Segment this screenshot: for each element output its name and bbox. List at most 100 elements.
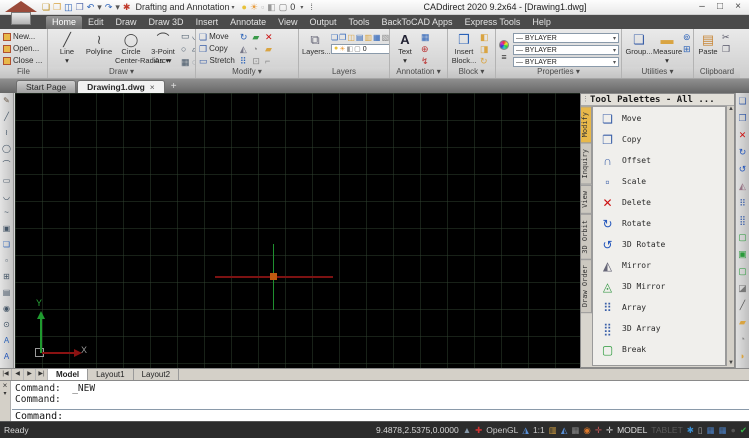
layer-match-icon[interactable]: ▥ [364,33,372,42]
record-icon[interactable]: ◉ [583,425,590,436]
modify-extra-icon[interactable]: ▰ [252,32,259,42]
revcloud-icon[interactable]: ◡ [3,189,10,205]
palette-tab[interactable]: Modify [581,106,592,143]
palette-item-3d-mirror[interactable]: ◬ 3D Mirror [593,276,725,297]
panel-label-layers[interactable]: Layers [299,67,389,78]
layout-tab[interactable]: Layout1 [88,369,133,380]
grid-icon[interactable]: ✚ [475,425,482,436]
layer-on-icon[interactable]: ❏ [331,33,338,42]
model-label[interactable]: MODEL [617,425,647,436]
next-tab-button[interactable]: ▶ [24,369,36,380]
workspace-icon[interactable]: ▥ [549,425,557,436]
layer-isolate-icon[interactable]: ▤ [356,33,364,42]
ucs-plus-icon[interactable]: ✛ [606,425,613,436]
table-icon[interactable]: ⊞ [3,269,10,285]
palette-item-scale[interactable]: ▫ Scale [593,171,725,192]
layer-walk-icon[interactable]: ▦ [373,33,381,42]
offset-icon[interactable]: ◗ [740,348,745,365]
ok-check-icon[interactable]: ✔ [740,425,747,436]
text-button[interactable]: A Text ▾ [393,31,417,67]
circle-icon[interactable]: ◯ [2,141,11,157]
clean-screen-icon[interactable]: ▦ [719,425,727,436]
tab-start-page[interactable]: Start Page [16,80,76,93]
sun-icon[interactable]: ☀ [250,0,258,15]
panel-label-utilities[interactable]: Utilities ▾ [622,67,693,78]
line-button[interactable]: ╱ Line ▾ [51,31,83,67]
text-icon[interactable]: A [4,349,9,365]
linetype-combo[interactable]: — BYLAYER ▾ [513,45,619,55]
utility-small-icon[interactable]: ⊚ [683,32,691,42]
panel-label-clipboard[interactable]: Clipboard [694,67,740,78]
rectangle-icon[interactable]: ▭ [3,173,11,189]
drawing-canvas[interactable]: Y X [15,93,580,368]
panel-label-modify[interactable]: Modify ▾ [196,67,298,78]
tab-close-icon[interactable]: × [150,82,155,92]
fillet-icon[interactable]: ◔ [740,331,745,348]
modify-extra-icon[interactable]: ✕ [265,32,273,42]
ellipse-icon[interactable]: ○ [181,44,191,56]
chamfer-icon[interactable]: ▰ [739,314,746,331]
copy-button[interactable]: ❐ Copy [199,43,235,54]
measure-button[interactable]: ▬ Measure ▾ [653,31,681,67]
tab-drawing1[interactable]: Drawing1.dwg× [77,80,165,93]
palette-item-offset[interactable]: ∩ Offset [593,150,725,171]
move-icon[interactable]: ❏ [738,93,746,110]
annotation-icon[interactable]: ↯ [421,56,429,66]
close-button[interactable]: × [729,0,747,14]
spline-icon[interactable]: ~ [4,205,9,221]
file-command-button[interactable]: Open... [3,43,42,54]
minimize-button[interactable]: – [693,0,711,14]
layer-freeze-icon[interactable]: ❐ [339,33,346,42]
lineweight-combo[interactable]: — BYLAYER ▾ [513,57,619,67]
close-icon[interactable]: × [0,381,10,390]
menu-item[interactable]: Edit [82,16,110,29]
panel-label-properties[interactable]: Properties ▾ [496,67,621,78]
palette-item-copy[interactable]: ❐ Copy [593,129,725,150]
tablet-label[interactable]: TABLET [651,425,683,436]
line-icon[interactable]: ╱ [4,109,9,125]
app-logo-icon[interactable] [4,1,38,28]
first-tab-button[interactable]: |◀ [0,369,12,380]
point-icon[interactable]: ▫ [5,253,8,269]
menu-item[interactable]: Output [303,16,342,29]
extend-icon[interactable]: ╱ [740,297,745,314]
color-wheel-icon[interactable] [499,40,509,50]
modify-extra-icon[interactable]: ▰ [265,44,272,54]
break-icon[interactable]: ▢ [738,229,747,246]
panel-label-file[interactable]: File [0,67,47,78]
file-command-button[interactable]: New... [3,31,42,42]
menu-item[interactable]: Insert [190,16,225,29]
command-window[interactable]: × ▾ Command: _NEWCommand: Command: [0,380,749,421]
isometric-icon[interactable]: ◮ [522,425,529,436]
new-icon[interactable]: ❏ [42,0,50,15]
arc-icon[interactable]: ⌒ [3,157,11,173]
menu-item[interactable]: View [272,16,303,29]
modify-extra-icon[interactable]: ⠿ [240,56,247,66]
menu-item[interactable]: Help [526,16,557,29]
menu-item[interactable]: BackToCAD Apps [376,16,459,29]
polyline-button[interactable]: ≀ Polyline [83,31,115,67]
panel-label-annotation[interactable]: Annotation ▾ [390,67,447,78]
last-tab-button[interactable]: ▶| [36,369,48,380]
clipboard-icon[interactable]: ✂ [722,32,730,42]
sketch-icon[interactable]: ✎ [3,93,10,109]
opengl-label[interactable]: OpenGL [486,425,518,436]
rectangle-icon[interactable]: ▭ [181,31,191,43]
scale-label[interactable]: 1:1 [533,425,545,436]
modify-extra-icon[interactable]: ⊡ [252,56,260,66]
block-icon[interactable]: ❏ [3,237,10,253]
menu-item[interactable]: Express Tools [459,16,527,29]
block-tool-icon[interactable]: ◧ [480,32,489,42]
rotate3d-icon[interactable]: ↺ [739,161,747,178]
join-icon[interactable]: ▣ [738,246,747,263]
display-icon[interactable]: ▦ [707,425,715,436]
menu-item[interactable]: Tools [343,16,376,29]
menu-item[interactable]: Annotate [224,16,272,29]
region-icon[interactable]: ▣ [3,221,11,237]
prev-tab-button[interactable]: ◀ [12,369,24,380]
insert-block-button[interactable]: ❒ Insert Block... [451,31,477,67]
undo-dropdown-icon[interactable]: ▾ [97,0,102,15]
save-icon[interactable]: ◫ [64,0,73,15]
grid-display-icon[interactable]: ▦ [571,425,579,436]
copy-icon[interactable]: ❐ [738,110,746,127]
